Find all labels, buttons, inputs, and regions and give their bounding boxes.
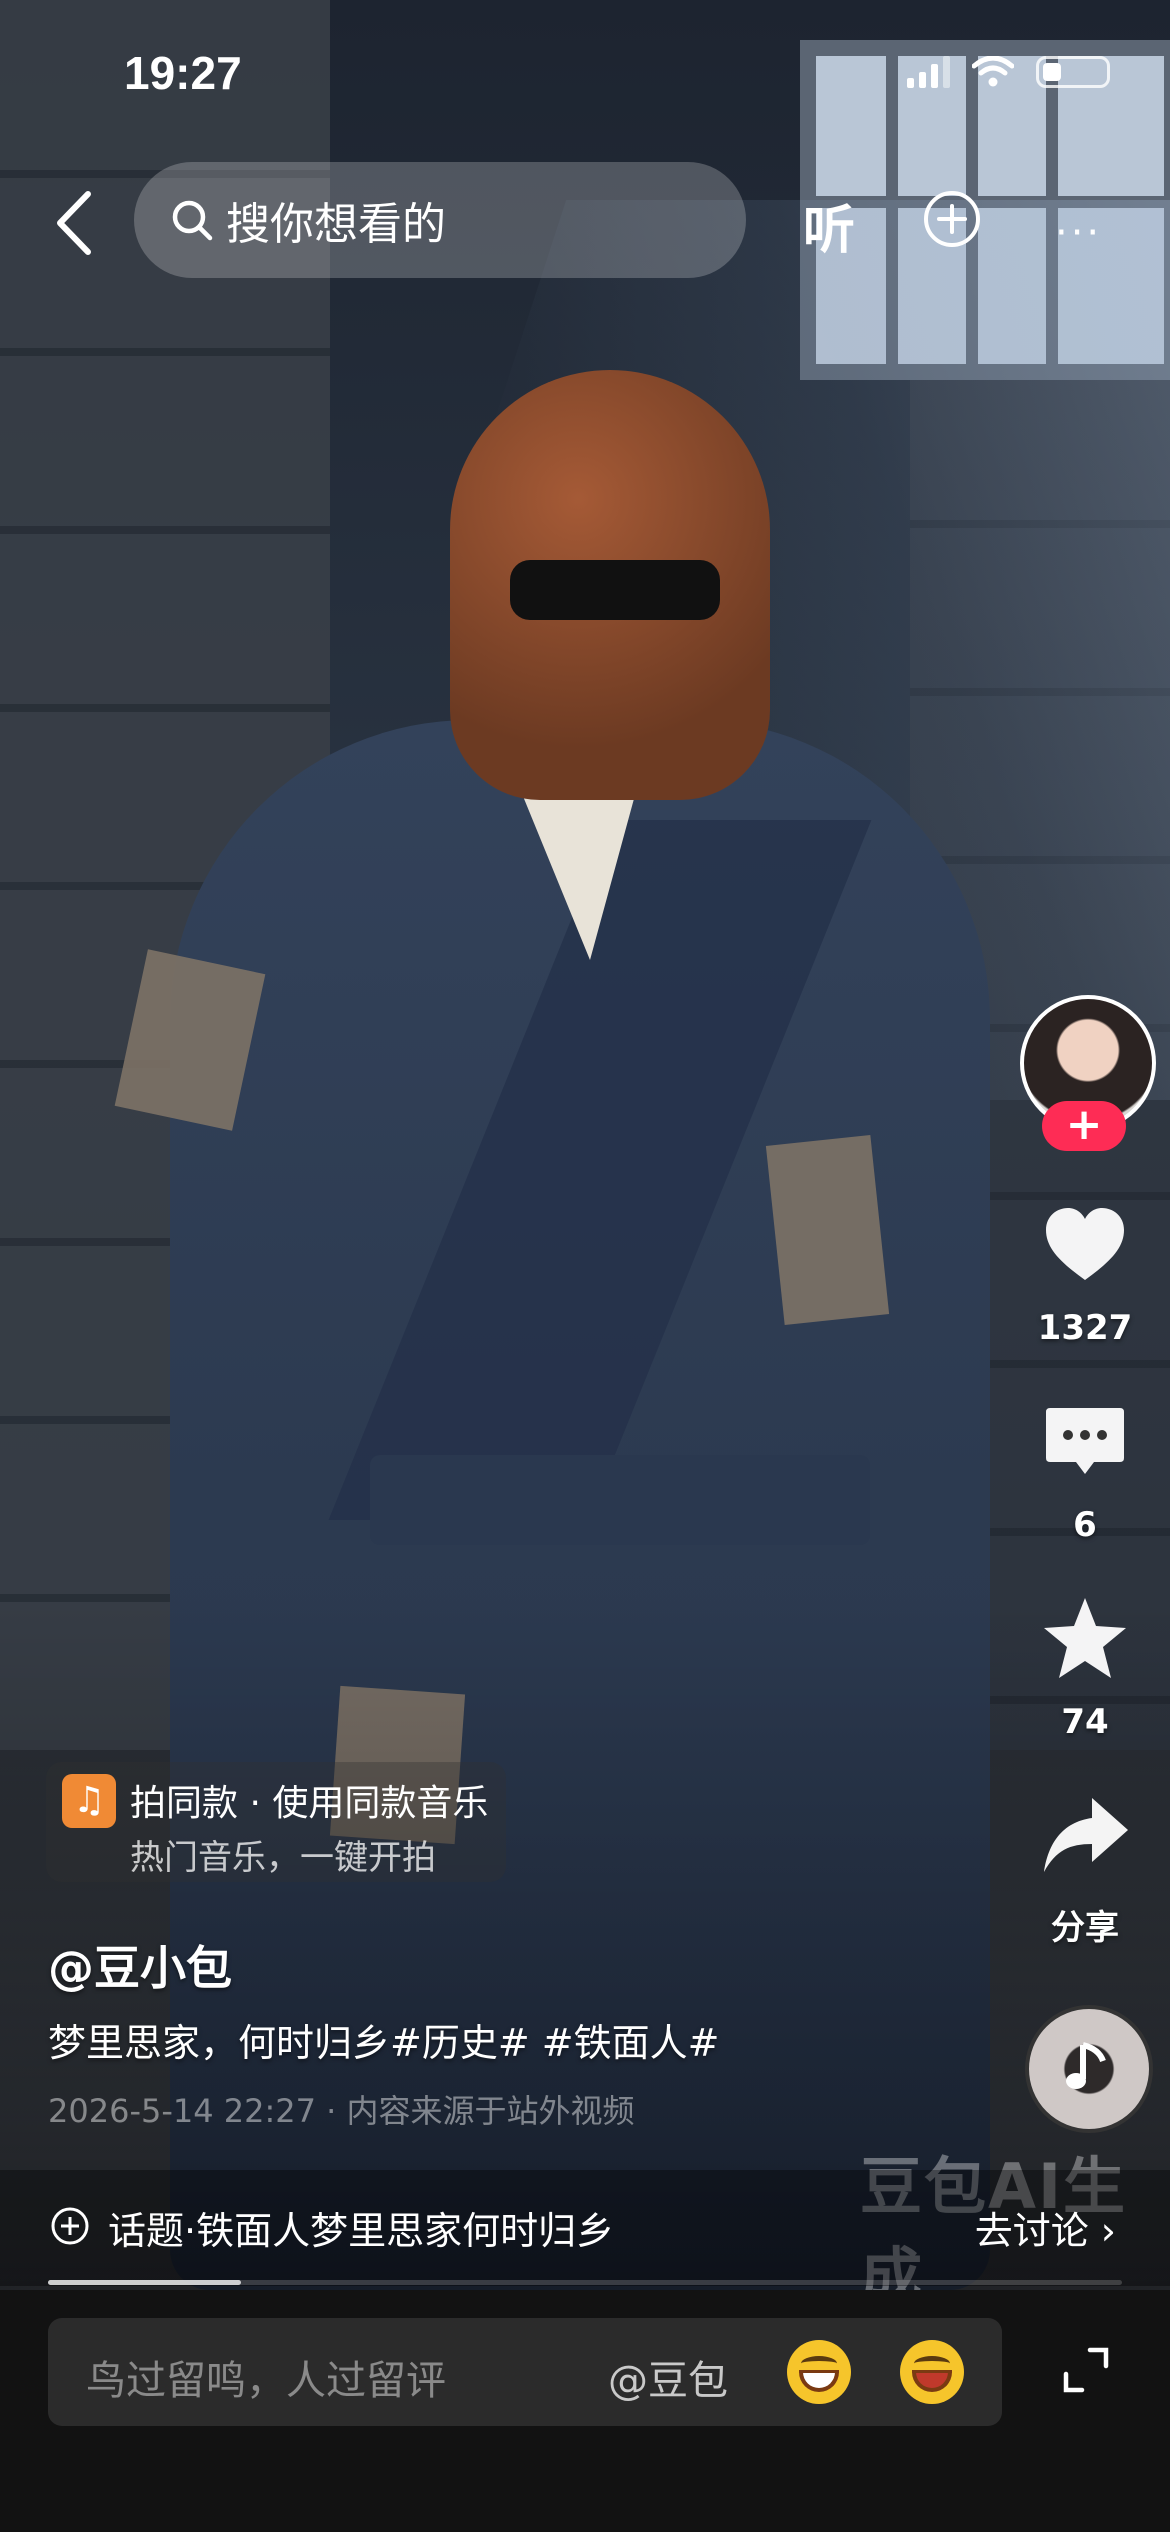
- search-bar[interactable]: 搜你想看的: [134, 162, 746, 278]
- comment-count: 6: [1073, 1505, 1097, 1545]
- follow-button[interactable]: +: [1042, 1101, 1126, 1151]
- emoji-laugh-icon[interactable]: [900, 2340, 964, 2404]
- discuss-link[interactable]: 去讨论 ›: [975, 2200, 1116, 2255]
- share-icon[interactable]: [1040, 1792, 1130, 1882]
- comment-icon[interactable]: [1040, 1398, 1130, 1488]
- back-icon[interactable]: [48, 188, 108, 258]
- plus-circle-icon: [51, 2207, 89, 2245]
- progress-fill: [48, 2280, 242, 2285]
- topic-title[interactable]: 话题·铁面人梦里思家何时归乡: [108, 2200, 614, 2255]
- comment-placeholder: 鸟过留鸣，人过留评: [86, 2358, 446, 2404]
- favorite-count: 74: [1061, 1702, 1109, 1742]
- expand-icon[interactable]: [1060, 2344, 1112, 2396]
- search-icon: [172, 200, 213, 241]
- status-icons: [907, 56, 1110, 88]
- star-icon[interactable]: [1040, 1594, 1130, 1684]
- music-badge-icon: ♫: [62, 1774, 116, 1828]
- use-music-title: 拍同款 · 使用同款音乐: [130, 1783, 489, 1824]
- helmet-visor: [510, 560, 720, 620]
- author-name[interactable]: @豆小包: [48, 1932, 232, 1998]
- emoji-grin-icon[interactable]: [787, 2340, 851, 2404]
- robe-belt: [370, 1455, 870, 1545]
- battery-icon: [1036, 56, 1110, 88]
- patch: [765, 1135, 890, 1325]
- post-caption[interactable]: 梦里思家，何时归乡#历史# #铁面人#: [48, 2012, 719, 2067]
- heart-icon[interactable]: [1040, 1200, 1130, 1290]
- music-note-icon: [1066, 2042, 1106, 2089]
- post-meta: 2026-5-14 22:27 · 内容来源于站外视频: [48, 2092, 635, 2130]
- signal-icon: [907, 56, 950, 88]
- wifi-icon: [972, 56, 1014, 87]
- search-placeholder: 搜你想看的: [226, 199, 446, 250]
- add-circle-icon[interactable]: [923, 190, 981, 248]
- status-time: 19:27: [124, 47, 242, 99]
- mention-button[interactable]: @豆包: [608, 2348, 728, 2406]
- like-count: 1327: [1037, 1308, 1133, 1348]
- more-icon[interactable]: ···: [1055, 210, 1102, 256]
- comment-input[interactable]: 鸟过留鸣，人过留评 @豆包: [48, 2318, 1002, 2426]
- use-music-subtitle: 热门音乐，一键开拍: [130, 1838, 436, 1878]
- listen-button[interactable]: 听: [803, 188, 855, 263]
- music-disc[interactable]: [1025, 2005, 1153, 2133]
- share-label: 分享: [1051, 1908, 1119, 1948]
- use-music-chip[interactable]: ♫ 拍同款 · 使用同款音乐 热门音乐，一键开拍: [46, 1762, 506, 1882]
